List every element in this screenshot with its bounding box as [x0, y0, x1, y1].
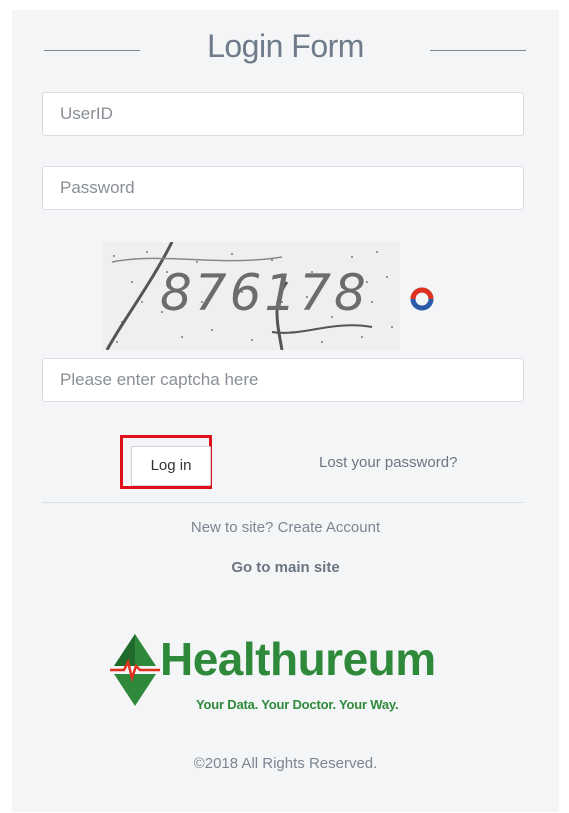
- main-site-link[interactable]: Go to main site: [12, 559, 559, 576]
- copyright-text: ©2018 All Rights Reserved.: [193, 755, 378, 772]
- create-account-link[interactable]: New to site? Create Account: [12, 519, 559, 536]
- password-input[interactable]: [42, 166, 524, 210]
- userid-input[interactable]: [42, 92, 524, 136]
- logo-wordmark: Healthureum: [160, 633, 436, 685]
- healthureum-diamond-icon: [110, 634, 160, 706]
- logo-tagline: Your Data. Your Doctor. Your Way.: [196, 697, 399, 712]
- refresh-captcha-icon[interactable]: [409, 286, 435, 312]
- captcha-input[interactable]: [42, 358, 524, 402]
- divider: [42, 502, 524, 503]
- title-divider-right: [430, 50, 526, 51]
- login-button[interactable]: Log in: [131, 446, 211, 486]
- healthureum-logo: Healthureum Your Data. Your Doctor. Your…: [110, 632, 460, 720]
- title-row: Login Form: [12, 28, 559, 68]
- captcha-text: 876178: [160, 264, 369, 322]
- lost-password-link[interactable]: Lost your password?: [319, 454, 457, 471]
- login-panel: Login Form 876178: [12, 10, 559, 812]
- captcha-image: 876178: [102, 242, 400, 350]
- page-title: Login Form: [207, 28, 364, 64]
